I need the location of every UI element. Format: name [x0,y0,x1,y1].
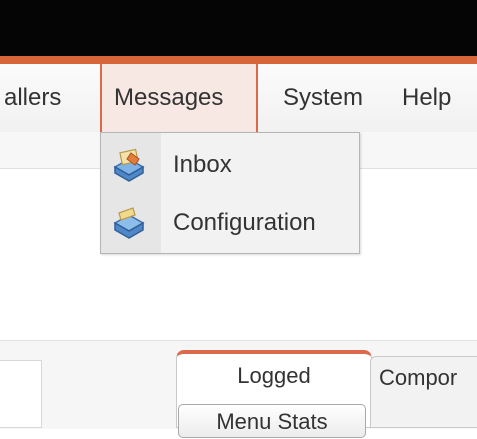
dropdown-item-label: Inbox [173,151,232,178]
accent-strip [0,56,477,64]
menu-item-system[interactable]: System [283,64,363,132]
dropdown-item-inbox[interactable]: Inbox [101,137,359,193]
dropdown-item-label: Configuration [173,209,316,236]
messages-dropdown-menu: Inbox Configuration [100,132,360,254]
tab-components[interactable]: Compor [370,356,477,428]
menu-bar: allers Messages System Help [0,64,477,133]
configuration-icon [109,205,149,241]
menu-item-help[interactable]: Help [402,64,451,132]
inbox-icon [109,147,149,183]
menu-stats-button[interactable]: Menu Stats [178,404,366,438]
title-bar [0,0,477,56]
left-panel-box [0,360,42,428]
dropdown-item-configuration[interactable]: Configuration [101,195,359,251]
menu-item-callers[interactable]: allers [4,64,61,132]
menu-item-messages[interactable]: Messages [100,64,258,132]
